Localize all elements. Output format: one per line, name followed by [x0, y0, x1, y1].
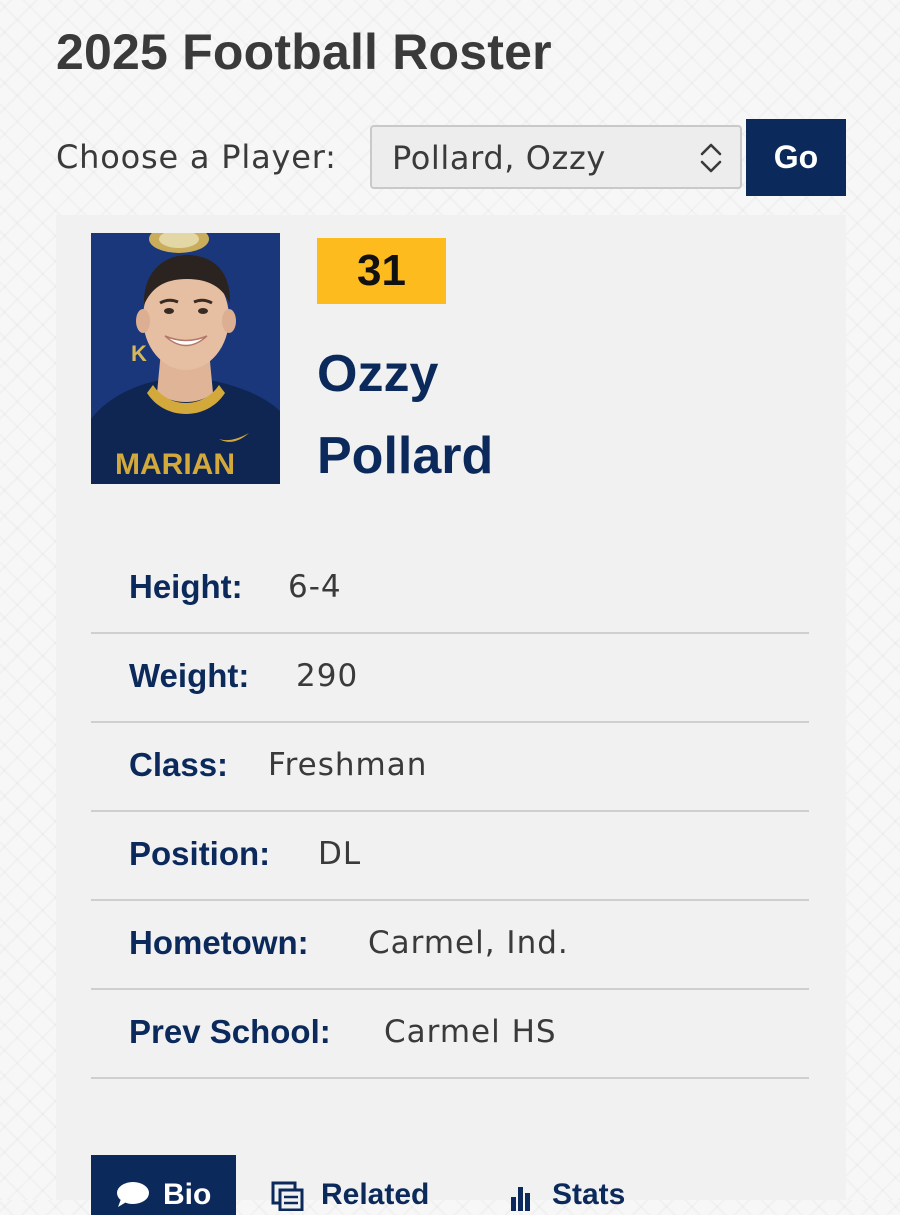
- attribute-value: DL: [318, 836, 362, 872]
- chevron-updown-icon: [700, 143, 722, 173]
- player-select-row: Choose a Player: Pollard, Ozzy Go: [56, 119, 846, 196]
- attribute-row-class: Class: Freshman: [91, 723, 809, 812]
- bar-chart-icon: [511, 1187, 530, 1211]
- player-last-name: Pollard: [317, 427, 494, 485]
- tab-label: Bio: [163, 1178, 212, 1211]
- attribute-row-weight: Weight: 290: [91, 634, 809, 723]
- attribute-label: Height:: [129, 568, 243, 605]
- player-select-label: Choose a Player:: [56, 138, 337, 176]
- attribute-value: 6-4: [288, 569, 342, 605]
- attribute-value: Freshman: [268, 747, 428, 783]
- attribute-value: Carmel HS: [384, 1014, 557, 1050]
- speech-bubble-icon: [117, 1182, 149, 1207]
- attribute-row-hometown: Hometown: Carmel, Ind.: [91, 901, 809, 990]
- attribute-label: Prev School:: [129, 1013, 331, 1050]
- attribute-label: Position:: [129, 835, 271, 872]
- player-select[interactable]: Pollard, Ozzy: [370, 125, 742, 189]
- profile-tabs: Bio Related Stats: [91, 1155, 809, 1215]
- documents-icon: [271, 1181, 304, 1211]
- attribute-label: Hometown:: [129, 924, 309, 961]
- tab-related[interactable]: Related: [269, 1155, 459, 1215]
- jersey-number-badge: 31: [317, 238, 446, 304]
- tab-label: Related: [321, 1178, 430, 1211]
- attribute-value: 290: [296, 658, 359, 694]
- attribute-label: Weight:: [129, 657, 250, 694]
- tab-stats[interactable]: Stats: [506, 1155, 656, 1215]
- go-button[interactable]: Go: [746, 119, 846, 196]
- attribute-row-position: Position: DL: [91, 812, 809, 901]
- player-photo: K MARIAN: [91, 233, 280, 484]
- attribute-value: Carmel, Ind.: [368, 925, 569, 961]
- player-name: Ozzy Pollard: [317, 333, 493, 497]
- attribute-label: Class:: [129, 746, 229, 783]
- tab-bio[interactable]: Bio: [91, 1155, 236, 1215]
- player-select-value: Pollard, Ozzy: [392, 139, 606, 177]
- player-profile-card: K MARIAN 31 Ozzy Pollard Height: 6-4 Wei…: [56, 215, 846, 1215]
- page-title: 2025 Football Roster: [56, 24, 552, 80]
- attribute-row-height: Height: 6-4: [91, 545, 809, 634]
- tab-label: Stats: [552, 1178, 626, 1211]
- attribute-row-prev-school: Prev School: Carmel HS: [91, 990, 809, 1079]
- player-attributes: Height: 6-4 Weight: 290 Class: Freshman …: [91, 545, 809, 1079]
- svg-text:K: K: [131, 341, 147, 366]
- player-first-name: Ozzy: [317, 345, 439, 403]
- svg-text:MARIAN: MARIAN: [115, 448, 235, 481]
